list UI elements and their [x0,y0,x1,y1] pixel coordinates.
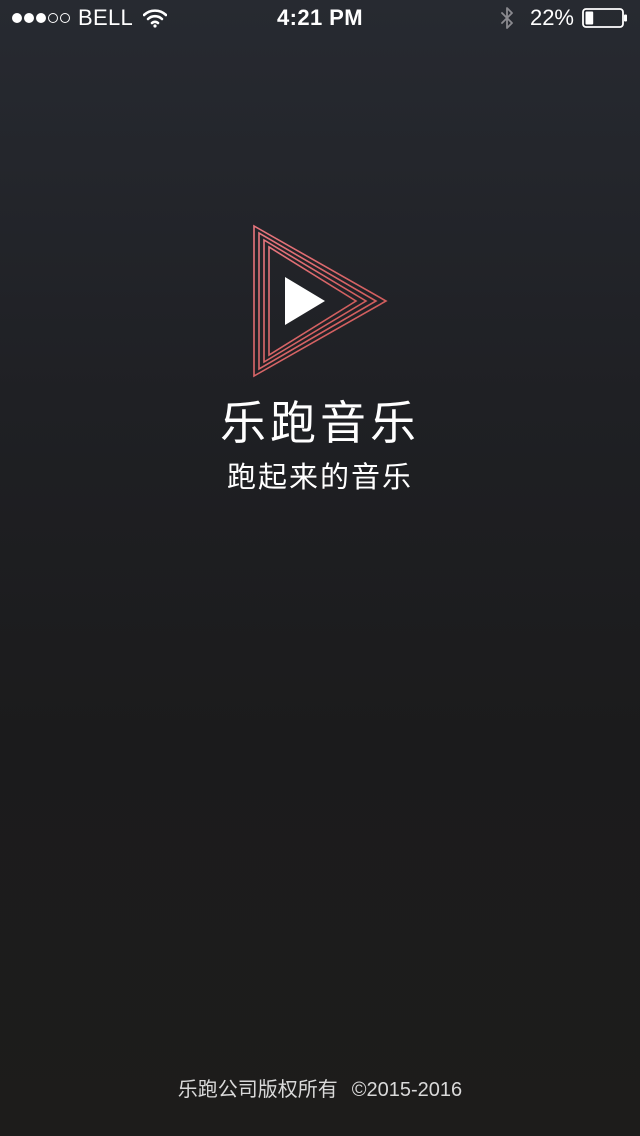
status-bar: BELL 4:21 PM 22% [0,0,640,40]
app-title: 乐跑音乐 [220,397,420,449]
battery-icon [582,8,627,28]
bluetooth-icon [501,7,513,29]
status-right: 22% [500,5,628,31]
company-rights-text: 乐跑公司版权所有 [177,1079,338,1101]
battery-fill [585,11,594,25]
play-triangle-logo-icon [253,224,388,378]
app-slogan: 跑起来的音乐 [226,462,413,494]
battery-percentage: 22% [529,5,574,30]
copyright-text: ©2015-2016 [351,1079,463,1101]
footer: 乐跑公司版权所有 ©2015-2016 [0,1076,640,1104]
